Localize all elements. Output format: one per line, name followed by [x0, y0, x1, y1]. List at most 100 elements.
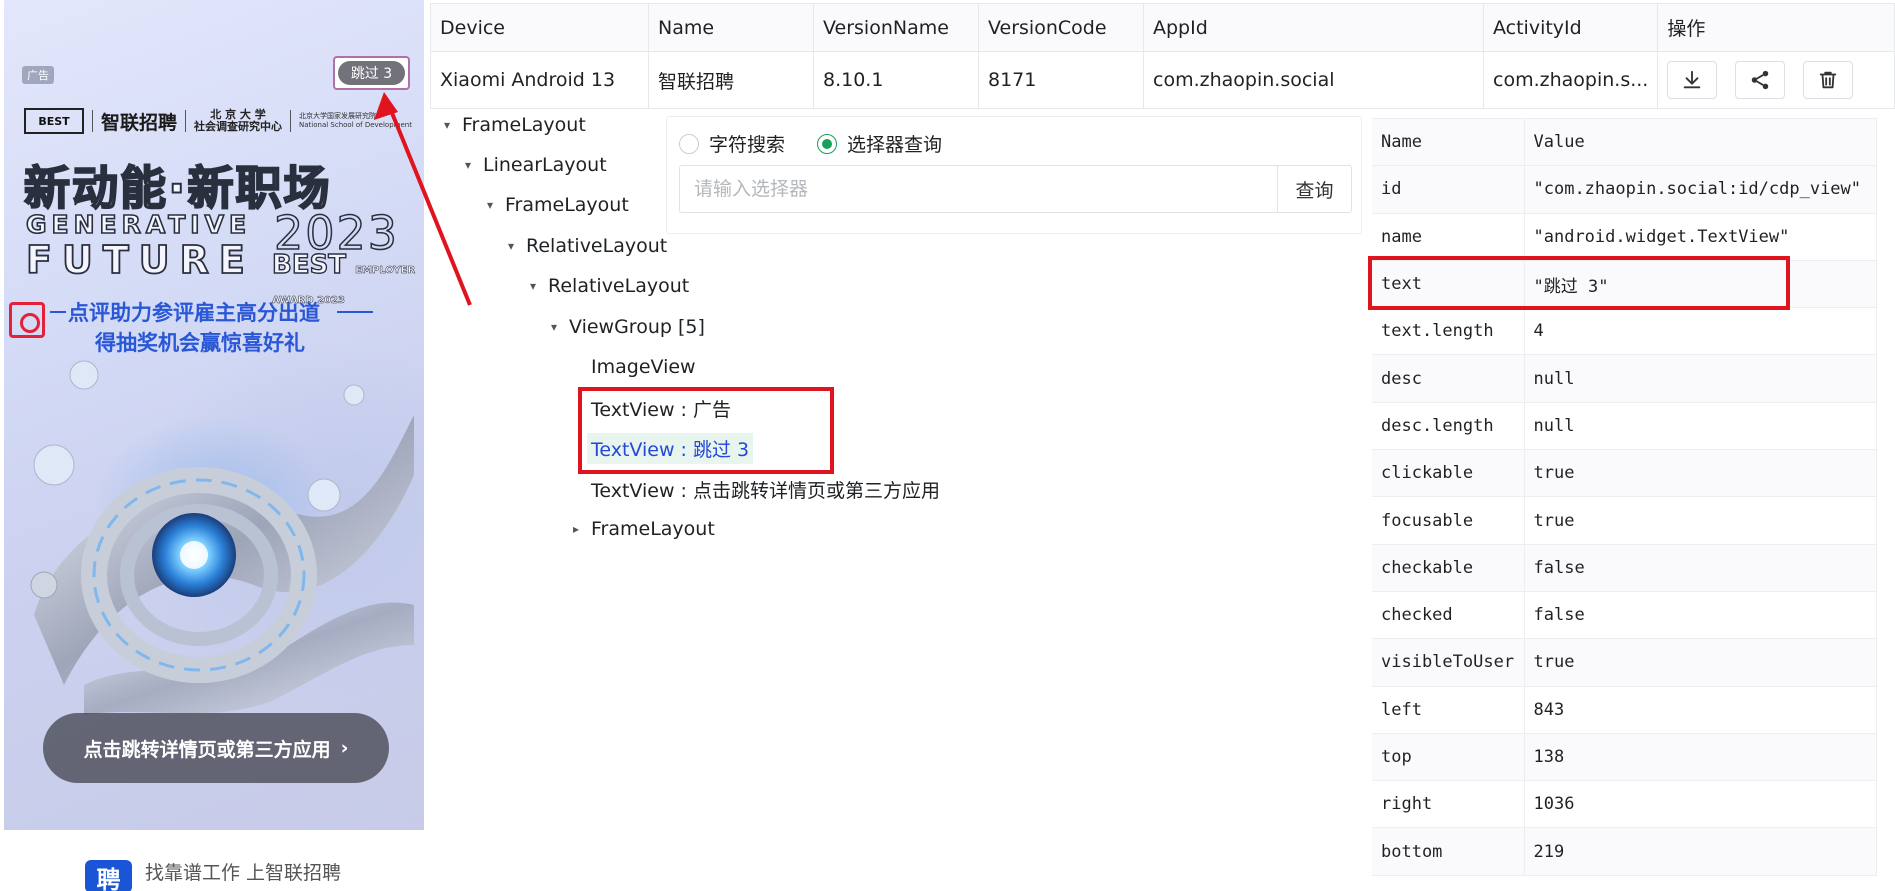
selector-input[interactable]: [679, 165, 1279, 213]
splash-footer: 聘 找靠谱工作 上智联招聘: [4, 830, 424, 891]
caret-down-icon[interactable]: ▾: [436, 118, 458, 132]
promo-line1: 点评助力参评雇主高分出道: [68, 301, 320, 325]
nsd-logo: 北京大学国家发展研究院 National School of Developme…: [299, 112, 412, 130]
prop-row: focusable true: [1372, 496, 1877, 545]
prop-value: 219: [1524, 827, 1877, 876]
caret-down-icon[interactable]: ▾: [479, 198, 501, 212]
prop-value: true: [1524, 496, 1877, 545]
node-properties-table: Name Value id "com.zhaopin.social:id/cdp_…: [1372, 117, 1877, 876]
prop-name: id: [1372, 165, 1525, 214]
sponsor-logos: BEST 智联招聘 北 京 大 学 社会调查研究中心 北京大学国家发展研究院 N…: [24, 106, 414, 136]
caret-down-icon[interactable]: ▾: [543, 320, 565, 334]
download-button[interactable]: [1667, 61, 1718, 99]
caret-right-icon[interactable]: ▸: [565, 522, 587, 536]
tree-node[interactable]: ▾ FrameLayout: [479, 190, 633, 220]
tree-node-label: TextView : 点击跳转详情页或第三方应用: [591, 479, 940, 502]
prop-value: false: [1524, 544, 1877, 592]
cell-device: Xiaomi Android 13: [430, 51, 649, 109]
col-version-name: VersionName: [813, 3, 979, 52]
skip-button[interactable]: 跳过 3: [333, 56, 410, 90]
tree-node-label: TextView : 跳过 3: [587, 432, 754, 464]
prop-name: desc: [1372, 354, 1525, 403]
chevron-right-icon: ›: [340, 737, 349, 759]
prop-name: left: [1372, 686, 1525, 734]
promo-dash: [337, 311, 373, 313]
tree-node[interactable]: TextView : 点击跳转详情页或第三方应用: [565, 474, 944, 504]
prop-value: "跳过 3": [1524, 260, 1877, 309]
caret-down-icon[interactable]: ▾: [500, 239, 522, 253]
prop-name: clickable: [1372, 449, 1525, 498]
prop-value: null: [1524, 402, 1877, 451]
device-info-table: Device Name VersionName VersionCode AppI…: [430, 3, 1895, 109]
tree-node[interactable]: ▾ FrameLayout: [436, 110, 590, 140]
search-mode-radios: 字符搜索 选择器查询: [679, 130, 942, 157]
tree-node[interactable]: TextView : 广告: [565, 393, 735, 423]
best-logo: BEST: [24, 108, 84, 134]
radio-selector-query[interactable]: [817, 133, 838, 154]
tree-node[interactable]: ImageView: [565, 352, 700, 382]
prop-row: id "com.zhaopin.social:id/cdp_view": [1372, 165, 1877, 214]
cta-label: 点击跳转详情页或第三方应用: [83, 738, 331, 761]
download-icon: [1684, 70, 1701, 89]
logo-divider: [290, 110, 292, 132]
col-app-id: AppId: [1143, 3, 1484, 52]
prop-row: checkable false: [1372, 544, 1877, 592]
share-button[interactable]: [1735, 61, 1786, 99]
prop-row: clickable true: [1372, 449, 1877, 498]
caret-down-icon[interactable]: ▾: [457, 158, 479, 172]
prop-row: desc null: [1372, 354, 1877, 403]
promo-dash: [50, 311, 66, 313]
query-button[interactable]: 查询: [1277, 165, 1352, 213]
cta-button[interactable]: 点击跳转详情页或第三方应用 ›: [43, 713, 389, 783]
radio-selector-query-label[interactable]: 选择器查询: [847, 130, 942, 157]
prop-name: text: [1372, 260, 1525, 309]
nsd-logo-line1: 北京大学国家发展研究院: [299, 112, 377, 120]
prop-value: 1036: [1524, 780, 1877, 829]
device-screenshot[interactable]: 广告 跳过 3 BEST 智联招聘 北 京 大 学 社会调查研究中心 北京大学国…: [4, 0, 424, 830]
tree-node[interactable]: ▸ FrameLayout: [565, 514, 719, 544]
pku-logo-line2: 社会调查研究中心: [194, 120, 283, 133]
tree-node-selected[interactable]: TextView : 跳过 3: [565, 432, 754, 464]
tree-node-label: ViewGroup [5]: [569, 316, 705, 338]
prop-row: text.length 4: [1372, 307, 1877, 356]
prop-value: "android.widget.TextView": [1524, 213, 1877, 261]
device-table-header: Device Name VersionName VersionCode AppI…: [430, 3, 1895, 52]
prop-row: bottom 219: [1372, 827, 1877, 876]
caret-down-icon[interactable]: ▾: [522, 279, 544, 293]
prop-name: name: [1372, 213, 1525, 261]
prop-row: visibleToUser true: [1372, 638, 1877, 687]
tree-node-label: LinearLayout: [483, 154, 607, 176]
prop-row: right 1036: [1372, 780, 1877, 829]
tree-node[interactable]: ▾ LinearLayout: [457, 150, 611, 180]
cell-name: 智联招聘: [648, 51, 814, 109]
tree-node[interactable]: ▾ ViewGroup [5]: [543, 312, 709, 342]
prop-row: left 843: [1372, 686, 1877, 734]
prop-name: visibleToUser: [1372, 638, 1525, 687]
radio-text-search[interactable]: [679, 133, 699, 154]
share-icon: [1752, 70, 1769, 90]
ad-generative-text: GENERATIVE: [25, 209, 252, 240]
ad-artwork-image: [30, 360, 414, 715]
device-table-row: Xiaomi Android 13 智联招聘 8.10.1 8171 com.z…: [430, 51, 1895, 109]
radio-text-search-label[interactable]: 字符搜索: [709, 130, 785, 157]
promo-line2: 得抽奖机会赢惊喜好礼: [95, 331, 305, 355]
prop-row: checked false: [1372, 591, 1877, 640]
trash-icon: [1820, 71, 1837, 89]
pku-logo: 北 京 大 学 社会调查研究中心: [194, 109, 282, 133]
prop-value: 138: [1524, 733, 1877, 782]
cell-version-code: 8171: [978, 51, 1144, 109]
scan-icon: [9, 302, 45, 338]
col-actions: 操作: [1657, 3, 1895, 52]
ad-future-text: FUTURE: [25, 237, 255, 283]
delete-button[interactable]: [1803, 61, 1854, 99]
skip-button-label: 跳过 3: [338, 61, 405, 85]
best-award-title: BEST: [271, 249, 347, 280]
col-version-code: VersionCode: [978, 3, 1144, 52]
prop-value: 4: [1524, 307, 1877, 356]
prop-name: right: [1372, 780, 1525, 829]
cell-app-id: com.zhaopin.social: [1143, 51, 1484, 109]
tree-node[interactable]: ▾ RelativeLayout: [522, 271, 693, 301]
prop-value: null: [1524, 354, 1877, 403]
tree-node[interactable]: ▾ RelativeLayout: [500, 231, 671, 261]
props-col-name: Name: [1372, 117, 1525, 167]
